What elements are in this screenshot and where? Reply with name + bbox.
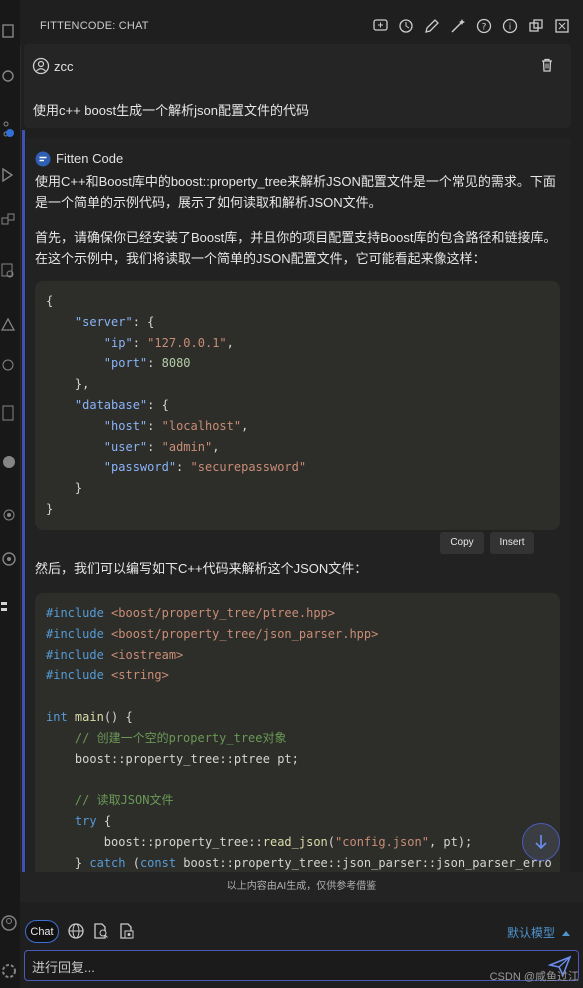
cpp-code-line: // 创建一个空的property_tree对象 <box>74 730 287 745</box>
settings-sync-icon[interactable] <box>0 506 18 524</box>
json-code-line: { <box>46 294 54 308</box>
history-icon[interactable] <box>397 17 415 35</box>
close-panel-icon[interactable] <box>553 17 571 35</box>
json-code-line: "user": "admin", <box>103 439 220 454</box>
user-name: zcc <box>54 59 74 74</box>
extensions-icon[interactable] <box>0 212 18 230</box>
cpp-code-line <box>46 686 560 707</box>
panel-title: FITTENCODE: CHAT <box>40 20 149 32</box>
json-code-line: }, <box>46 377 90 392</box>
assistant-message: Fitten Code 使用C++和Boost库中的boost::propert… <box>26 138 571 883</box>
globe-icon[interactable] <box>67 922 85 940</box>
svg-text:i: i <box>509 23 512 33</box>
cpp-code-line: #include <boost/property_tree/json_parse… <box>46 626 379 641</box>
cpp-code-line <box>46 769 560 790</box>
json-code-block[interactable]: { "server": { "ip": "127.0.0.1", "port":… <box>35 281 560 530</box>
copy-button[interactable]: Copy <box>440 532 484 554</box>
chat-bubble-icon[interactable] <box>0 454 18 472</box>
insert-button[interactable]: Insert <box>490 532 534 554</box>
arrow-down-icon <box>535 835 547 850</box>
account-icon[interactable] <box>0 914 18 932</box>
help-icon[interactable]: ? <box>475 17 493 35</box>
json-code-line: "host": "localhost", <box>103 418 249 433</box>
conversation-scroll-indicator <box>22 130 25 872</box>
json-code-line: "ip": "127.0.0.1", <box>103 335 234 350</box>
cloud-icon[interactable] <box>0 356 18 374</box>
cpp-code-line: #include <boost/property_tree/ptree.hpp> <box>46 606 335 620</box>
screenshot-icon[interactable] <box>118 922 136 940</box>
search-icon[interactable] <box>0 68 18 86</box>
cpp-code-line: boost::property_tree::ptree pt; <box>46 751 299 766</box>
answer-code-intro-paragraph: 然后，我们可以编写如下C++代码来解析这个JSON文件： <box>35 561 368 576</box>
chat-header: FITTENCODE: CHAT ? i <box>20 0 583 46</box>
ai-disclaimer: 以上内容由AI生成，仅供参考借鉴 <box>20 872 583 902</box>
fitten-logo-icon <box>35 151 51 167</box>
trash-icon[interactable] <box>539 57 555 78</box>
assistant-name: Fitten Code <box>56 151 124 166</box>
answer-setup-paragraph: 首先，请确保你已经安装了Boost库，并且你的项目配置支持Boost库的包含路径… <box>35 230 557 266</box>
cpp-code-line: boost::property_tree::read_json("config.… <box>46 834 473 849</box>
edit-icon[interactable] <box>423 17 441 35</box>
cpp-code-line: // 读取JSON文件 <box>74 793 174 808</box>
json-code-line: } <box>46 481 83 496</box>
info-icon[interactable]: i <box>501 17 519 35</box>
explorer-icon[interactable] <box>0 22 18 40</box>
json-code-line: "database": { <box>74 397 169 412</box>
testing-icon[interactable] <box>0 262 18 280</box>
json-code-line: } <box>46 501 54 516</box>
caret-up-icon[interactable] <box>561 926 571 944</box>
cpp-code-line: try { <box>74 813 112 828</box>
deploy-icon[interactable] <box>0 316 18 334</box>
cpp-code-block[interactable]: #include <boost/property_tree/ptree.hpp>… <box>35 593 560 883</box>
reply-input[interactable] <box>30 955 534 979</box>
json-code-line: "password": "securepassword" <box>103 460 307 475</box>
user-message: zcc 使用c++ boost生成一个解析json配置文件的代码 <box>24 44 571 128</box>
cpp-code-line: int main() { <box>46 709 133 724</box>
chat-footer: Chat 默认模型 CSDN @咸鱼过江 <box>20 902 583 988</box>
new-chat-icon[interactable] <box>372 17 390 35</box>
answer-intro-paragraph: 使用C++和Boost库中的boost::property_tree来解析JSO… <box>35 174 556 210</box>
cpp-code-line: #include <iostream> <box>46 647 184 662</box>
file-search-icon[interactable] <box>92 922 110 940</box>
chat-mode-chip[interactable]: Chat <box>25 920 59 943</box>
manage-gear-icon[interactable] <box>0 962 18 980</box>
book-icon[interactable] <box>0 404 18 422</box>
json-code-line: "port": 8080 <box>103 356 191 371</box>
watermark-text: CSDN @咸鱼过江 <box>489 971 579 983</box>
fitten-code-icon[interactable] <box>0 598 18 616</box>
run-debug-icon[interactable] <box>0 166 18 184</box>
timeline-icon[interactable] <box>0 550 18 568</box>
svg-text:?: ? <box>482 23 487 33</box>
user-avatar-icon <box>32 57 50 80</box>
cpp-code-line: #include <string> <box>46 668 169 683</box>
magic-wand-icon[interactable] <box>449 17 467 35</box>
scroll-to-bottom-button[interactable] <box>522 823 560 861</box>
source-control-icon[interactable] <box>0 120 18 138</box>
user-message-text: 使用c++ boost生成一个解析json配置文件的代码 <box>33 103 309 118</box>
json-code-line: "server": { <box>74 314 155 329</box>
cpp-code-line: } catch (const boost::property_tree::jso… <box>46 855 552 870</box>
copy-window-icon[interactable] <box>527 17 545 35</box>
activity-bar <box>0 0 21 988</box>
model-selector[interactable]: 默认模型 <box>507 924 555 941</box>
